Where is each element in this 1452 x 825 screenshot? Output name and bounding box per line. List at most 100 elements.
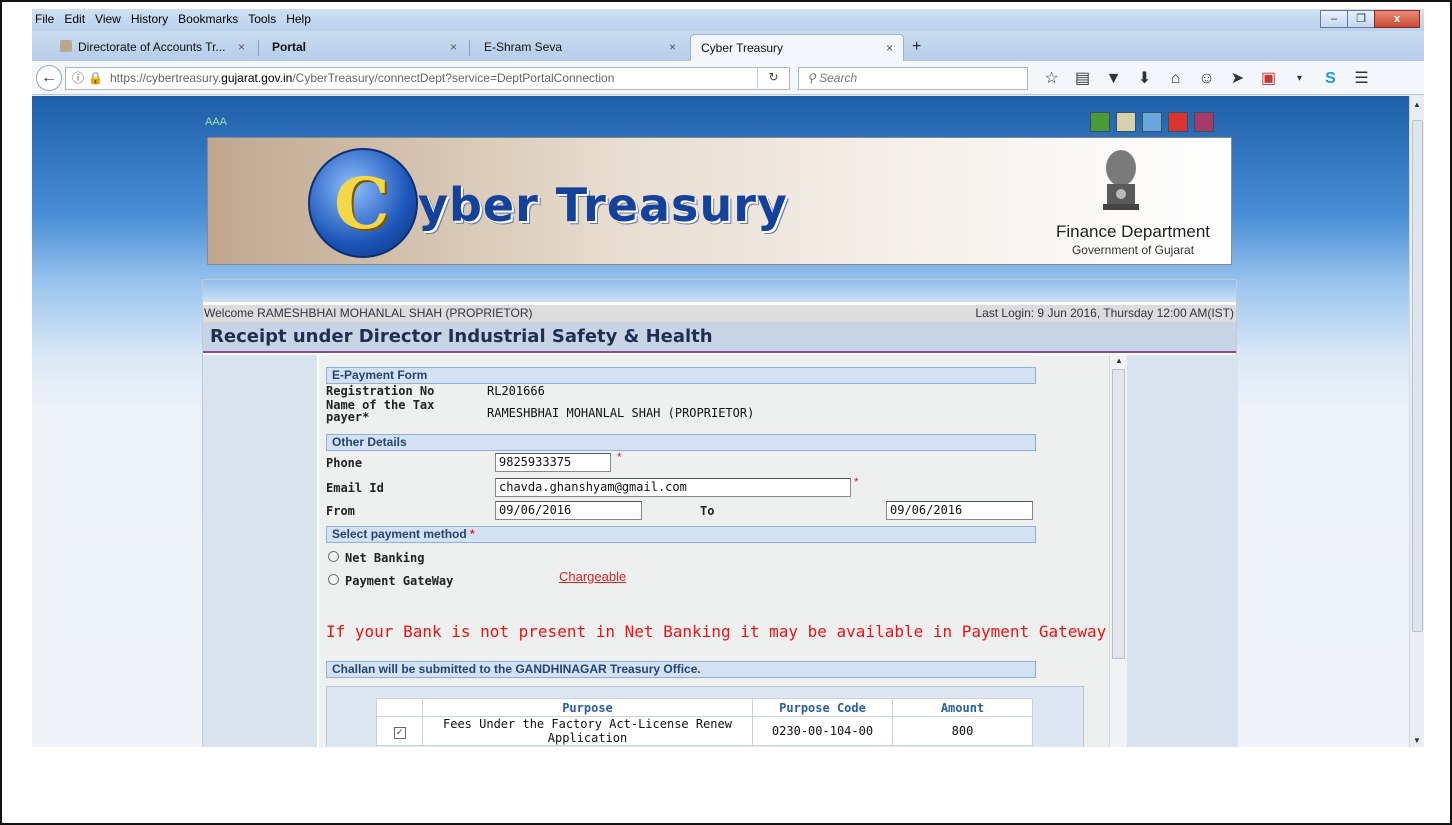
- page-title: Receipt under Director Industrial Safety…: [203, 322, 1236, 353]
- registration-label: Registration No: [326, 384, 435, 398]
- screenshot-frame: File Edit View History Bookmarks Tools H…: [0, 0, 1452, 825]
- tab-close-icon[interactable]: ×: [450, 34, 457, 60]
- toolbar-icons: ☆ ▤ ▼ ⬇ ⌂ ☺ ➤ ▣ ▾ S ☰: [1036, 68, 1377, 90]
- row-checkbox-cell: ✓: [376, 716, 423, 746]
- tab-close-icon[interactable]: ×: [886, 35, 893, 61]
- page-scrollbar[interactable]: ▲ ▼: [1409, 96, 1424, 747]
- taxpayer-name-label: Name of the Tax payer*: [326, 398, 435, 424]
- welcome-text: Welcome RAMESHBHAI MOHANLAL SHAH (PROPRI…: [204, 306, 533, 320]
- nav-bar: ← ⓘ 🔒 https://cybertreasury.gujarat.gov.…: [32, 61, 1424, 95]
- form-scrollbar[interactable]: ▲: [1109, 355, 1127, 747]
- back-button[interactable]: ←: [36, 65, 62, 91]
- tab-label: Portal: [272, 40, 307, 54]
- cyber-treasury-banner: C yber Treasury Finance Department Gover…: [207, 137, 1232, 265]
- favicon-icon: [60, 40, 72, 52]
- scroll-up-icon[interactable]: ▲: [1413, 100, 1421, 109]
- send-icon[interactable]: ➤: [1222, 68, 1253, 90]
- pocket-icon[interactable]: ▼: [1098, 68, 1129, 90]
- section-epayment-header: E-Payment Form: [326, 367, 1036, 384]
- e-payment-form: E-Payment Form Registration No RL201666 …: [319, 355, 1109, 747]
- scroll-up-icon[interactable]: ▲: [1115, 356, 1123, 365]
- reading-list-icon[interactable]: ▤: [1067, 68, 1098, 90]
- payment-gateway-radio[interactable]: [328, 574, 339, 585]
- required-marker: *: [470, 527, 475, 541]
- menu-file[interactable]: File: [35, 12, 54, 26]
- net-banking-radio[interactable]: [328, 551, 339, 562]
- purpose-checkbox[interactable]: ✓: [393, 726, 406, 739]
- new-tab-button[interactable]: +: [912, 34, 921, 60]
- chargeable-link[interactable]: Chargeable: [559, 569, 626, 584]
- download-icon[interactable]: ⬇: [1129, 68, 1160, 90]
- addon-icon[interactable]: ▣: [1253, 68, 1284, 90]
- from-date-field[interactable]: 09/06/2016: [495, 501, 642, 520]
- contact-icon[interactable]: [1090, 112, 1110, 132]
- scroll-down-icon[interactable]: ▼: [1413, 736, 1421, 745]
- search-icon: ⚲: [807, 71, 820, 85]
- download-icon[interactable]: [1142, 112, 1162, 132]
- tab-bar: Directorate of Accounts Tr... × Portal ×…: [32, 31, 1424, 61]
- tab-directorate[interactable]: Directorate of Accounts Tr... ×: [50, 34, 255, 61]
- url-text: https://cybertreasury.gujarat.gov.in/Cyb…: [110, 68, 614, 89]
- table-header-row: Purpose Purpose Code Amount: [376, 698, 1033, 717]
- email-field[interactable]: chavda.ghanshyam@gmail.com: [495, 478, 851, 497]
- close-window-button[interactable]: x: [1374, 10, 1420, 28]
- menu-bookmarks[interactable]: Bookmarks: [178, 12, 238, 26]
- minimize-button[interactable]: –: [1320, 10, 1348, 28]
- search-placeholder: Search: [819, 71, 858, 85]
- menu-icon[interactable]: ☰: [1346, 68, 1377, 90]
- amount-cell: 800: [892, 716, 1033, 746]
- section-other-header: Other Details: [326, 434, 1036, 451]
- menu-history[interactable]: History: [131, 12, 168, 26]
- menu-edit[interactable]: Edit: [64, 12, 85, 26]
- tab-cyber-treasury[interactable]: Cyber Treasury ×: [690, 34, 904, 61]
- font-size-control[interactable]: AAA: [205, 116, 227, 128]
- edit-icon[interactable]: [1116, 112, 1136, 132]
- tab-portal[interactable]: Portal ×: [262, 34, 467, 61]
- phone-field[interactable]: 9825933375: [495, 453, 611, 472]
- welcome-bar: Welcome RAMESHBHAI MOHANLAL SHAH (PROPRI…: [203, 305, 1236, 322]
- page-scroll-thumb[interactable]: [1412, 120, 1423, 632]
- net-banking-label[interactable]: Net Banking: [345, 551, 424, 565]
- checkbox-column-header: [376, 698, 423, 717]
- page-content: AAA C yber Treasury Finance Department G…: [32, 96, 1409, 747]
- tab-separator: [258, 40, 259, 56]
- reload-icon[interactable]: ↻: [757, 67, 789, 90]
- payment-method-label: Select payment method: [332, 527, 467, 541]
- tab-eshram[interactable]: E-Shram Seva ×: [474, 34, 686, 61]
- registration-value: RL201666: [487, 384, 545, 398]
- logo-letter: C: [334, 162, 390, 245]
- menu-bar: File Edit View History Bookmarks Tools H…: [32, 9, 1424, 31]
- menu-help[interactable]: Help: [286, 12, 311, 26]
- amount-column-header: Amount: [892, 698, 1033, 717]
- url-path: /CyberTreasury/connectDept?service=DeptP…: [292, 71, 615, 85]
- tab-close-icon[interactable]: ×: [238, 34, 245, 60]
- home-icon[interactable]: ⌂: [1160, 68, 1191, 90]
- last-login-text: Last Login: 9 Jun 2016, Thursday 12:00 A…: [975, 306, 1234, 320]
- info-icon[interactable]: ⓘ: [72, 68, 84, 89]
- restore-button[interactable]: ❐: [1347, 10, 1375, 28]
- menu-tools[interactable]: Tools: [248, 12, 276, 26]
- url-bar[interactable]: ⓘ 🔒 https://cybertreasury.gujarat.gov.in…: [65, 67, 790, 90]
- form-scroll-thumb[interactable]: [1112, 369, 1125, 659]
- menu-view[interactable]: View: [95, 12, 121, 26]
- payment-gateway-label[interactable]: Payment GateWay: [345, 574, 453, 588]
- skype-icon[interactable]: S: [1315, 68, 1346, 90]
- menu-list: File Edit View History Bookmarks Tools H…: [35, 12, 311, 26]
- email-label: Email Id: [326, 481, 384, 495]
- dropdown-icon[interactable]: ▾: [1284, 68, 1315, 90]
- star-icon[interactable]: ☆: [1036, 68, 1067, 90]
- to-date-field[interactable]: 09/06/2016: [886, 501, 1033, 520]
- info-icon[interactable]: [1168, 112, 1188, 132]
- tab-label: E-Shram Seva: [484, 40, 563, 54]
- section-payment-header: Select payment method *: [326, 526, 1036, 543]
- tab-close-icon[interactable]: ×: [669, 34, 676, 60]
- purpose-table-container: Purpose Purpose Code Amount ✓ Fees Under…: [326, 686, 1084, 747]
- chat-icon[interactable]: ☺: [1191, 68, 1222, 90]
- purpose-code-cell: 0230-00-104-00: [752, 716, 893, 746]
- logout-icon[interactable]: [1194, 112, 1214, 132]
- cyber-treasury-logo: C: [308, 148, 418, 258]
- search-input[interactable]: ⚲ Search: [798, 67, 1028, 90]
- purpose-column-header: Purpose: [422, 698, 753, 717]
- phone-label: Phone: [326, 456, 363, 470]
- to-label: To: [700, 504, 715, 518]
